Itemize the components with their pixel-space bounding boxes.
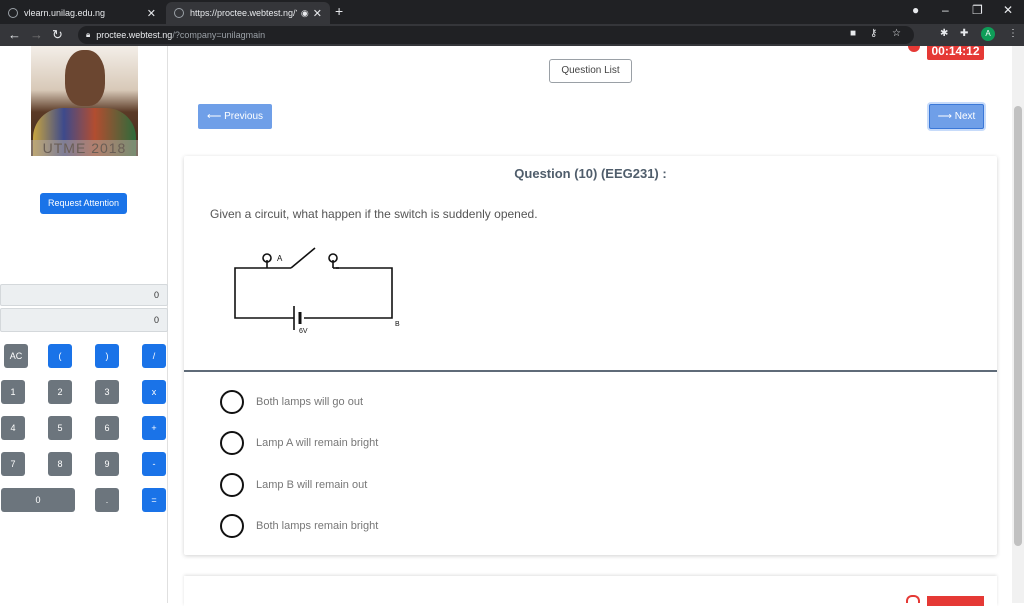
- star-icon[interactable]: ☆: [892, 28, 901, 39]
- new-tab-button[interactable]: +: [335, 3, 343, 19]
- calc-key-open-paren[interactable]: (: [48, 344, 72, 368]
- url-field[interactable]: 🔒︎ proctee.webtest.ng/?company=unilagmai…: [78, 26, 914, 44]
- calc-key-6[interactable]: 6: [95, 416, 119, 440]
- close-tab-icon[interactable]: ✕: [313, 7, 322, 20]
- next-button[interactable]: ⟶ Next: [929, 104, 984, 129]
- url-host: proctee.webtest.ng: [96, 30, 173, 40]
- calc-key-5[interactable]: 5: [48, 416, 72, 440]
- calc-key-7[interactable]: 7: [1, 452, 25, 476]
- battery-label: 6V: [299, 328, 308, 335]
- question-title: Question (10) (EEG231) :: [514, 166, 667, 181]
- question-card: Question (10) (EEG231) : Given a circuit…: [184, 156, 997, 555]
- globe-icon: [8, 8, 18, 18]
- calc-key-0[interactable]: 0: [1, 488, 75, 512]
- calc-key-8[interactable]: 8: [48, 452, 72, 476]
- forward-icon[interactable]: →: [30, 27, 43, 42]
- close-tab-icon[interactable]: ✕: [147, 7, 156, 20]
- option-label: Both lamps will go out: [256, 396, 363, 408]
- calc-key-4[interactable]: 4: [1, 416, 25, 440]
- recording-icon: ◉: [300, 7, 309, 18]
- calc-key-clear[interactable]: AC: [4, 344, 28, 368]
- profile-avatar[interactable]: A: [981, 27, 995, 41]
- option-2[interactable]: Lamp A will remain bright: [220, 431, 378, 455]
- tab-vlearn[interactable]: vlearn.unilag.edu.ng ✕: [0, 2, 164, 24]
- calculator-display-top: 0: [0, 284, 168, 306]
- radio-button[interactable]: [220, 431, 244, 455]
- calc-key-9[interactable]: 9: [95, 452, 119, 476]
- radio-button[interactable]: [220, 390, 244, 414]
- restore-icon[interactable]: ❐: [972, 3, 983, 17]
- next-card: [184, 576, 997, 606]
- question-list-button[interactable]: Question List: [549, 59, 632, 83]
- option-label: Both lamps remain bright: [256, 520, 379, 532]
- key-icon[interactable]: ⚷: [870, 28, 877, 39]
- radio-button[interactable]: [220, 514, 244, 538]
- option-label: Lamp A will remain bright: [256, 437, 379, 449]
- calc-key-minus[interactable]: -: [142, 452, 166, 476]
- option-label: Lamp B will remain out: [256, 479, 368, 491]
- photo-watermark: UTME 2018: [31, 140, 138, 156]
- calc-key-close-paren[interactable]: ): [95, 344, 119, 368]
- camera-icon[interactable]: ■: [850, 28, 856, 39]
- minimize-icon[interactable]: –: [942, 3, 949, 17]
- puzzle-icon[interactable]: ✚: [960, 28, 968, 39]
- reload-icon[interactable]: ↻: [52, 27, 63, 43]
- extension-gear-icon[interactable]: ✱: [940, 28, 948, 39]
- tab-proctee[interactable]: https://proctee.webtest.ng/? ◉ ✕: [166, 2, 330, 24]
- tab-label: vlearn.unilag.edu.ng: [24, 8, 106, 18]
- countdown-timer: 00:14:12: [927, 46, 984, 60]
- close-window-icon[interactable]: ✕: [1003, 3, 1013, 17]
- divider: [184, 370, 997, 372]
- option-1[interactable]: Both lamps will go out: [220, 390, 363, 414]
- candidate-photo: UTME 2018: [31, 46, 138, 156]
- calc-key-decimal[interactable]: .: [95, 488, 119, 512]
- lock-icon: 🔒︎: [86, 30, 91, 39]
- media-icon[interactable]: ●: [912, 3, 919, 17]
- photo-face: [65, 50, 105, 106]
- request-attention-button[interactable]: Request Attention: [40, 193, 127, 214]
- calc-key-multiply[interactable]: x: [142, 380, 166, 404]
- calc-key-equals[interactable]: =: [142, 488, 166, 512]
- globe-icon: [174, 8, 184, 18]
- scrollbar-thumb[interactable]: [1014, 106, 1022, 546]
- radio-button[interactable]: [220, 473, 244, 497]
- back-icon[interactable]: ←: [8, 27, 21, 42]
- recording-icon: [906, 595, 920, 603]
- browser-tab-bar: vlearn.unilag.edu.ng ✕ https://proctee.w…: [0, 0, 1024, 24]
- question-text: Given a circuit, what happen if the swit…: [210, 207, 538, 221]
- tab-label: https://proctee.webtest.ng/?: [190, 8, 297, 18]
- calc-key-3[interactable]: 3: [95, 380, 119, 404]
- calculator-display: 0: [0, 308, 168, 332]
- lamp-a-label: A: [277, 254, 283, 263]
- option-4[interactable]: Both lamps remain bright: [220, 514, 378, 538]
- menu-icon[interactable]: ⋮: [1008, 28, 1018, 39]
- address-bar: ← → ↻ 🔒︎ proctee.webtest.ng/?company=uni…: [0, 24, 1024, 46]
- previous-button[interactable]: ⟵ Previous: [198, 104, 272, 129]
- circuit-diagram: A B 6V: [234, 247, 400, 335]
- url-path: /?company=unilagmain: [172, 30, 266, 40]
- calc-key-2[interactable]: 2: [48, 380, 72, 404]
- calc-key-divide[interactable]: /: [142, 344, 166, 368]
- calc-key-1[interactable]: 1: [1, 380, 25, 404]
- calc-key-plus[interactable]: +: [142, 416, 166, 440]
- left-panel: UTME 2018 Request Attention 0 0 AC ( ) /…: [0, 46, 168, 603]
- lamp-b-label: B: [395, 321, 400, 328]
- page-scrollbar[interactable]: [1012, 46, 1024, 603]
- timer-badge: [927, 596, 984, 606]
- option-3[interactable]: Lamp B will remain out: [220, 473, 367, 497]
